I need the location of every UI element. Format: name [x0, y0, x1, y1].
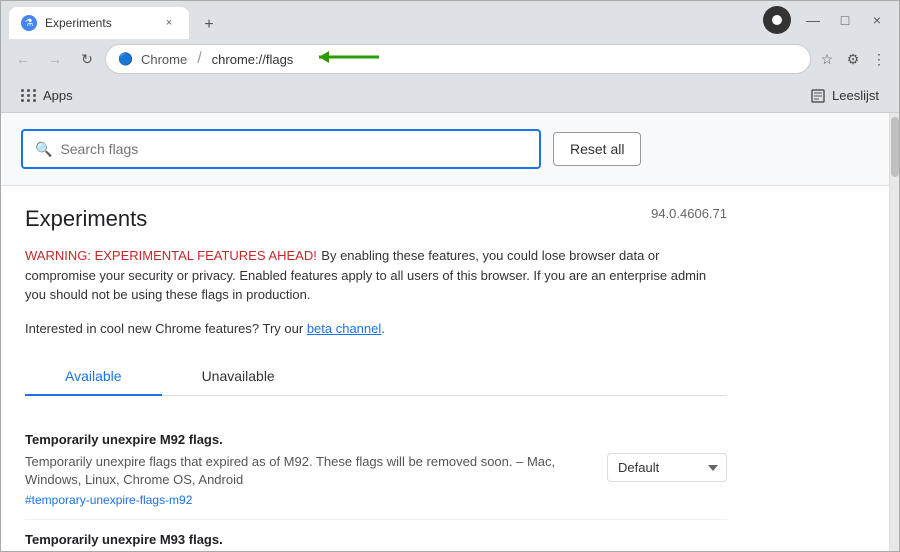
apps-grid-icon: [21, 89, 37, 102]
leeslijst-icon: [810, 88, 826, 104]
menu-button[interactable]: ⋮: [867, 47, 891, 71]
search-section: 🔍 Reset all: [1, 113, 889, 186]
green-arrow-icon: [309, 47, 389, 67]
profile-button[interactable]: ⚙: [841, 47, 865, 71]
apps-button[interactable]: Apps: [13, 84, 81, 107]
back-button[interactable]: ←: [9, 45, 37, 73]
record-dot: [772, 15, 782, 25]
browser-content: 🔍 Reset all Experiments 94.0.4606.71 WAR…: [1, 113, 899, 551]
warning-box: WARNING: EXPERIMENTAL FEATURES AHEAD! By…: [25, 246, 727, 305]
window-controls: — □ ×: [763, 6, 891, 34]
address-bar: ← → ↻ 🔵 Chrome / chrome://flags ☆ ⚙ ⋮: [1, 39, 899, 79]
beta-text: Interested in cool new Chrome features? …: [25, 319, 727, 339]
omnibox[interactable]: 🔵 Chrome / chrome://flags: [105, 44, 811, 74]
beta-channel-link[interactable]: beta channel: [307, 321, 381, 336]
flag-title-m92: Temporarily unexpire M92 flags.: [25, 432, 727, 447]
experiments-content: Experiments 94.0.4606.71 WARNING: EXPERI…: [1, 186, 751, 551]
reset-all-button[interactable]: Reset all: [553, 132, 641, 166]
bookmark-button[interactable]: ☆: [815, 47, 839, 71]
flag-title-m93: Temporarily unexpire M93 flags.: [25, 532, 727, 547]
omnibox-url-label: chrome://flags: [212, 52, 294, 67]
forward-button[interactable]: →: [41, 45, 69, 73]
flag-item-m92: Temporarily unexpire M92 flags. Temporar…: [25, 420, 727, 520]
scrollbar[interactable]: [889, 113, 899, 551]
bookmarks-bar: Apps Leeslijst: [1, 79, 899, 113]
flag-select-m92[interactable]: Default Enabled Disabled: [607, 453, 727, 482]
leeslijst-label: Leeslijst: [832, 88, 879, 103]
page-content: 🔍 Reset all Experiments 94.0.4606.71 WAR…: [1, 113, 889, 551]
active-tab[interactable]: Experiments ×: [9, 7, 189, 39]
search-input[interactable]: [60, 141, 527, 157]
leeslijst-button[interactable]: Leeslijst: [802, 84, 887, 108]
arrow-indicator: [309, 47, 389, 72]
search-icon: 🔍: [35, 141, 52, 158]
apps-label: Apps: [43, 88, 73, 103]
address-bar-icons: ☆ ⚙ ⋮: [815, 47, 891, 71]
beta-intro: Interested in cool new Chrome features? …: [25, 321, 307, 336]
minimize-button[interactable]: —: [799, 6, 827, 34]
omnibox-chrome-label: Chrome: [141, 52, 187, 67]
tab-close-button[interactable]: ×: [161, 15, 177, 31]
tab-available[interactable]: Available: [25, 358, 162, 396]
experiments-header: Experiments 94.0.4606.71: [25, 206, 727, 232]
tab-favicon: [21, 15, 37, 31]
new-tab-button[interactable]: +: [195, 11, 223, 39]
maximize-button[interactable]: □: [831, 6, 859, 34]
beta-suffix: .: [381, 321, 385, 336]
record-button[interactable]: [763, 6, 791, 34]
reload-button[interactable]: ↻: [73, 45, 101, 73]
flag-desc-row-m92: Temporarily unexpire flags that expired …: [25, 453, 727, 507]
page-title: Experiments: [25, 206, 147, 232]
flag-desc-text-m92: Temporarily unexpire flags that expired …: [25, 453, 595, 507]
search-input-wrap[interactable]: 🔍: [21, 129, 541, 169]
flag-description-m92: Temporarily unexpire flags that expired …: [25, 454, 555, 487]
flag-item-m93: Temporarily unexpire M93 flags. Temporar…: [25, 520, 727, 551]
tabs-bar: Available Unavailable: [25, 358, 727, 396]
tab-unavailable[interactable]: Unavailable: [162, 358, 315, 396]
tab-area: Experiments × +: [9, 1, 223, 39]
tab-title: Experiments: [45, 16, 153, 30]
warning-prefix: WARNING: EXPERIMENTAL FEATURES AHEAD!: [25, 248, 317, 263]
omnibox-separator: /: [197, 50, 201, 68]
browser-window: Experiments × + — □ × ← → ↻ 🔵 Chrome / c…: [0, 0, 900, 552]
close-button[interactable]: ×: [863, 6, 891, 34]
title-bar: Experiments × + — □ ×: [1, 1, 899, 39]
flag-select-wrap-m92: Default Enabled Disabled: [607, 453, 727, 482]
flag-link-m92[interactable]: #temporary-unexpire-flags-m92: [25, 493, 595, 507]
lock-icon: 🔵: [118, 52, 133, 66]
version-label: 94.0.4606.71: [651, 206, 727, 221]
scrollbar-thumb[interactable]: [891, 117, 899, 177]
